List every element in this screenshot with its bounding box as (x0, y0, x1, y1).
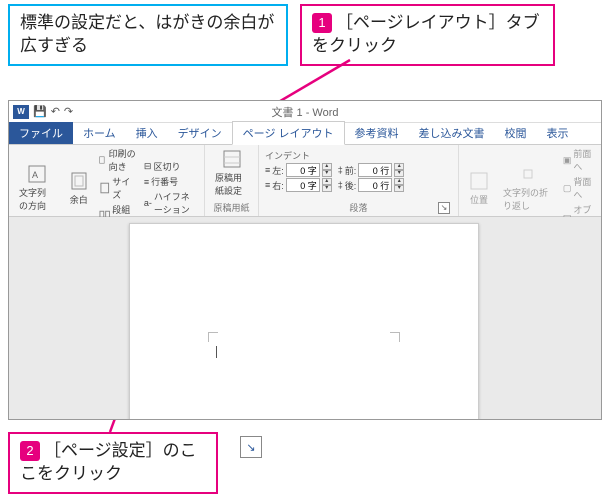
window-title: 文書 1 - Word (271, 104, 338, 120)
launcher-icon-zoom: ↘ (240, 436, 262, 458)
tab-home[interactable]: ホーム (73, 122, 126, 144)
size-button[interactable]: サイズ (99, 175, 138, 201)
ribbon: A 文字列の方向 余白 印刷の向き サイズ 段組み ⊟区切り ≡行番号 a-ハイ… (9, 145, 601, 217)
tab-design[interactable]: デザイン (168, 122, 232, 144)
callout-step2: 2［ページ設定］のここをクリック (8, 432, 218, 494)
group-label-paragraph: 段落 ↘ (265, 199, 452, 216)
word-icon: W (13, 105, 29, 119)
spacing-before[interactable]: ‡ 前:▴▾ (338, 163, 405, 177)
callout-note: 標準の設定だと、はがきの余白が広すぎる (8, 4, 288, 66)
titlebar: W 💾 ↶ ↷ 文書 1 - Word (9, 101, 601, 123)
group-genkou: 原稿用紙設定 原稿用紙 (205, 145, 259, 216)
svg-text:A: A (32, 170, 38, 180)
breaks-button[interactable]: ⊟区切り (144, 160, 198, 173)
orientation-button[interactable]: 印刷の向き (99, 147, 138, 173)
tab-review[interactable]: 校閲 (495, 122, 537, 144)
hyphenation-button[interactable]: a-ハイフネーション (144, 190, 198, 216)
undo-icon[interactable]: ↶ (51, 105, 60, 118)
crop-mark-tl (208, 332, 218, 342)
bring-forward: ▣前面へ (563, 147, 595, 173)
group-paragraph: インデント ≡ 左:▴▾ ‡ 前:▴▾ ≡ 右:▴▾ ‡ 後:▴▾ 段落 ↘ (259, 145, 459, 216)
indent-left[interactable]: ≡ 左:▴▾ (265, 163, 332, 177)
send-backward: ▢背面へ (563, 175, 595, 201)
redo-icon[interactable]: ↷ (64, 105, 73, 118)
step-number-2: 2 (20, 441, 40, 461)
step-number-1: 1 (312, 13, 332, 33)
tab-page-layout[interactable]: ページ レイアウト (232, 121, 345, 145)
tab-mailings[interactable]: 差し込み文書 (409, 122, 495, 144)
ribbon-tabs: ファイル ホーム 挿入 デザイン ページ レイアウト 参考資料 差し込み文書 校… (9, 123, 601, 145)
genkou-button[interactable]: 原稿用紙設定 (211, 147, 252, 199)
indent-label: インデント (265, 149, 310, 162)
tab-view[interactable]: 表示 (537, 122, 579, 144)
line-numbers-button[interactable]: ≡行番号 (144, 175, 198, 188)
tab-references[interactable]: 参考資料 (345, 122, 409, 144)
paragraph-launcher[interactable]: ↘ (438, 202, 450, 214)
text-cursor (216, 346, 217, 358)
save-icon[interactable]: 💾 (33, 105, 47, 118)
group-arrange: 位置 文字列の折り返し ▣前面へ ▢背面へ ▭オブジェ (459, 145, 601, 216)
tab-file[interactable]: ファイル (9, 122, 73, 144)
page (129, 223, 479, 419)
group-label-genkou: 原稿用紙 (211, 199, 252, 216)
callout-step1: 1［ページレイアウト］タブをクリック (300, 4, 555, 66)
tab-insert[interactable]: 挿入 (126, 122, 168, 144)
indent-right[interactable]: ≡ 右:▴▾ (265, 178, 332, 192)
group-page-setup: A 文字列の方向 余白 印刷の向き サイズ 段組み ⊟区切り ≡行番号 a-ハイ… (9, 145, 205, 216)
spacing-after[interactable]: ‡ 後:▴▾ (338, 178, 405, 192)
document-area[interactable] (9, 217, 601, 419)
word-window: W 💾 ↶ ↷ 文書 1 - Word ファイル ホーム 挿入 デザイン ページ… (8, 100, 602, 420)
quick-access-toolbar: 💾 ↶ ↷ (33, 105, 73, 118)
crop-mark-tr (390, 332, 400, 342)
